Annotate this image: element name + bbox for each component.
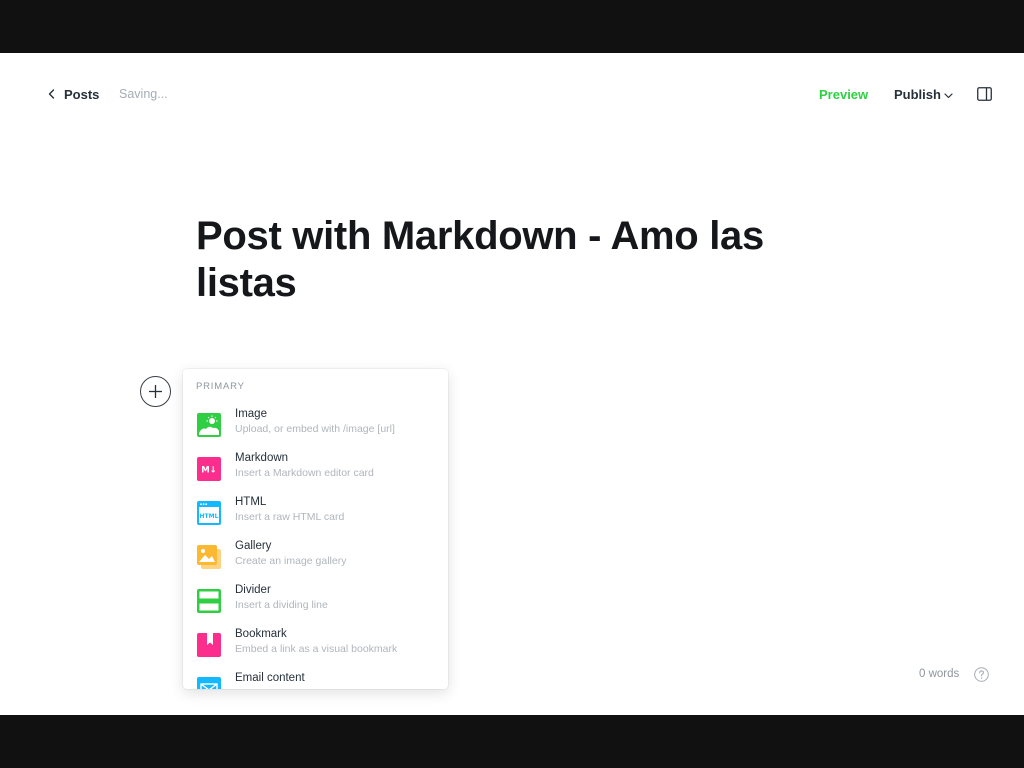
menu-item-description: Create an image gallery: [235, 555, 347, 567]
menu-item-divider[interactable]: Divider Insert a dividing line: [183, 581, 448, 621]
menu-item-description: Insert a Markdown editor card: [235, 467, 374, 479]
settings-sidebar-toggle-icon[interactable]: [977, 87, 992, 101]
back-label: Posts: [64, 86, 100, 102]
menu-item-name: Markdown: [235, 452, 289, 464]
menu-item-name: HTML: [235, 496, 267, 508]
menu-item-description: Upload, or embed with /image [url]: [235, 423, 395, 435]
gallery-icon: [197, 545, 221, 569]
menu-item-gallery[interactable]: Gallery Create an image gallery: [183, 537, 448, 577]
menu-item-name: Divider: [235, 584, 271, 596]
menu-item-email-content[interactable]: Email content: [183, 669, 448, 689]
add-card-button[interactable]: [140, 376, 171, 407]
menu-section-label: PRIMARY: [196, 381, 245, 392]
publish-dropdown[interactable]: Publish: [894, 87, 953, 102]
svg-text:M↓: M↓: [201, 466, 217, 476]
svg-text:HTML: HTML: [200, 513, 219, 520]
menu-item-description: Embed a link as a visual bookmark: [235, 643, 398, 655]
word-count: 0 words: [919, 668, 960, 680]
bookmark-icon: [197, 633, 221, 657]
help-icon[interactable]: [974, 667, 989, 682]
divider-icon: [197, 589, 221, 613]
markdown-icon: M↓: [197, 457, 221, 481]
menu-item-name: Email content: [235, 672, 305, 684]
menu-item-name: Gallery: [235, 540, 272, 552]
html-icon: HTML: [197, 501, 221, 525]
back-to-posts-link[interactable]: Posts: [46, 86, 99, 102]
publish-label: Publish: [894, 87, 941, 102]
image-icon: [197, 413, 221, 437]
post-title[interactable]: Post with Markdown - Amo las listas: [196, 213, 836, 307]
menu-item-markdown[interactable]: M↓ Markdown Insert a Markdown editor car…: [183, 449, 448, 489]
plus-icon: [149, 385, 162, 398]
menu-item-image[interactable]: Image Upload, or embed with /image [url]: [183, 405, 448, 445]
editor-page: Posts Saving... Preview Publish Post wit…: [0, 53, 1024, 715]
email-icon: [197, 677, 221, 689]
menu-item-html[interactable]: HTML HTML Insert a raw HTML card: [183, 493, 448, 533]
menu-item-description: Insert a raw HTML card: [235, 511, 345, 523]
preview-button[interactable]: Preview: [819, 87, 868, 102]
save-status: Saving...: [119, 87, 168, 101]
card-menu: PRIMARY Image Upload, or embed with /ima…: [183, 369, 448, 689]
menu-item-description: Insert a dividing line: [235, 599, 328, 611]
menu-item-name: Image: [235, 408, 267, 420]
chevron-left-icon: [46, 86, 56, 102]
chevron-down-icon: [944, 87, 953, 102]
menu-item-bookmark[interactable]: Bookmark Embed a link as a visual bookma…: [183, 625, 448, 665]
menu-item-name: Bookmark: [235, 628, 287, 640]
